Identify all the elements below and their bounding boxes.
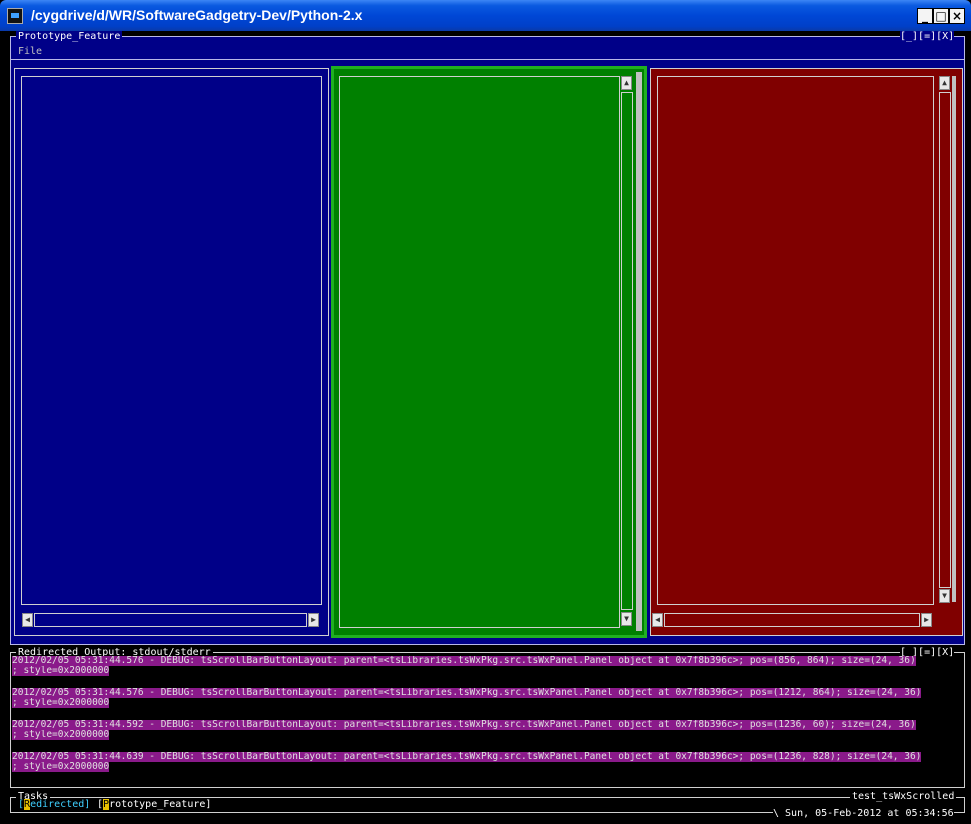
maximize-icon[interactable]: □ bbox=[933, 8, 949, 24]
scroll-up-icon[interactable]: ▲ bbox=[621, 76, 632, 90]
task-redirected-button[interactable]: [Redirected] bbox=[18, 799, 90, 810]
vertical-scrollbar-track[interactable] bbox=[939, 92, 951, 588]
red-panel-client bbox=[657, 76, 934, 605]
scroll-right-icon[interactable]: ▶ bbox=[308, 613, 319, 627]
task-prototype-feature-button[interactable]: [Prototype_Feature] bbox=[97, 799, 211, 810]
scroll-down-icon[interactable]: ▼ bbox=[939, 589, 950, 603]
prototype-feature-title: Prototype_Feature bbox=[16, 31, 123, 42]
blue-panel-client bbox=[21, 76, 322, 605]
log-line: 2012/02/05 05:31:44.576 - DEBUG: tsScrol… bbox=[12, 688, 922, 698]
prototype-window-controls[interactable]: [_][=][X] bbox=[900, 31, 955, 42]
application-name: test_tsWxScrolled bbox=[850, 791, 957, 802]
window-title: /cygdrive/d/WR/SoftwareGadgetry-Dev/Pyth… bbox=[31, 7, 363, 23]
log-line-continuation: ; style=0x2000000 bbox=[12, 762, 110, 772]
close-icon[interactable]: × bbox=[949, 8, 965, 24]
file-menu[interactable]: File bbox=[18, 46, 42, 57]
log-line: 2012/02/05 05:31:44.576 - DEBUG: tsScrol… bbox=[12, 656, 916, 666]
scroll-left-icon[interactable]: ◀ bbox=[22, 613, 33, 627]
green-panel-client bbox=[339, 76, 620, 628]
minimize-icon[interactable]: _ bbox=[917, 8, 933, 24]
scroll-up-icon[interactable]: ▲ bbox=[939, 76, 950, 90]
log-line-continuation: ; style=0x2000000 bbox=[12, 666, 110, 676]
green-panel-scrollbar-shadow bbox=[636, 72, 642, 631]
log-line-continuation: ; style=0x2000000 bbox=[12, 698, 110, 708]
scroll-right-icon[interactable]: ▶ bbox=[921, 613, 932, 627]
scroll-left-icon[interactable]: ◀ bbox=[652, 613, 663, 627]
scroll-down-icon[interactable]: ▼ bbox=[621, 612, 632, 626]
terminal-app-icon[interactable] bbox=[7, 8, 23, 24]
horizontal-scrollbar-track[interactable] bbox=[34, 613, 307, 627]
log-line: 2012/02/05 05:31:44.639 - DEBUG: tsScrol… bbox=[12, 752, 922, 762]
menu-bar bbox=[11, 45, 964, 60]
horizontal-scrollbar-track[interactable] bbox=[664, 613, 920, 627]
log-line-continuation: ; style=0x2000000 bbox=[12, 730, 110, 740]
red-panel-scrollbar-shadow bbox=[952, 76, 956, 602]
vertical-scrollbar-track[interactable] bbox=[621, 92, 633, 610]
status-clock: \ Sun, 05-Feb-2012 at 05:34:56 bbox=[773, 808, 954, 819]
log-line: 2012/02/05 05:31:44.592 - DEBUG: tsScrol… bbox=[12, 720, 916, 730]
